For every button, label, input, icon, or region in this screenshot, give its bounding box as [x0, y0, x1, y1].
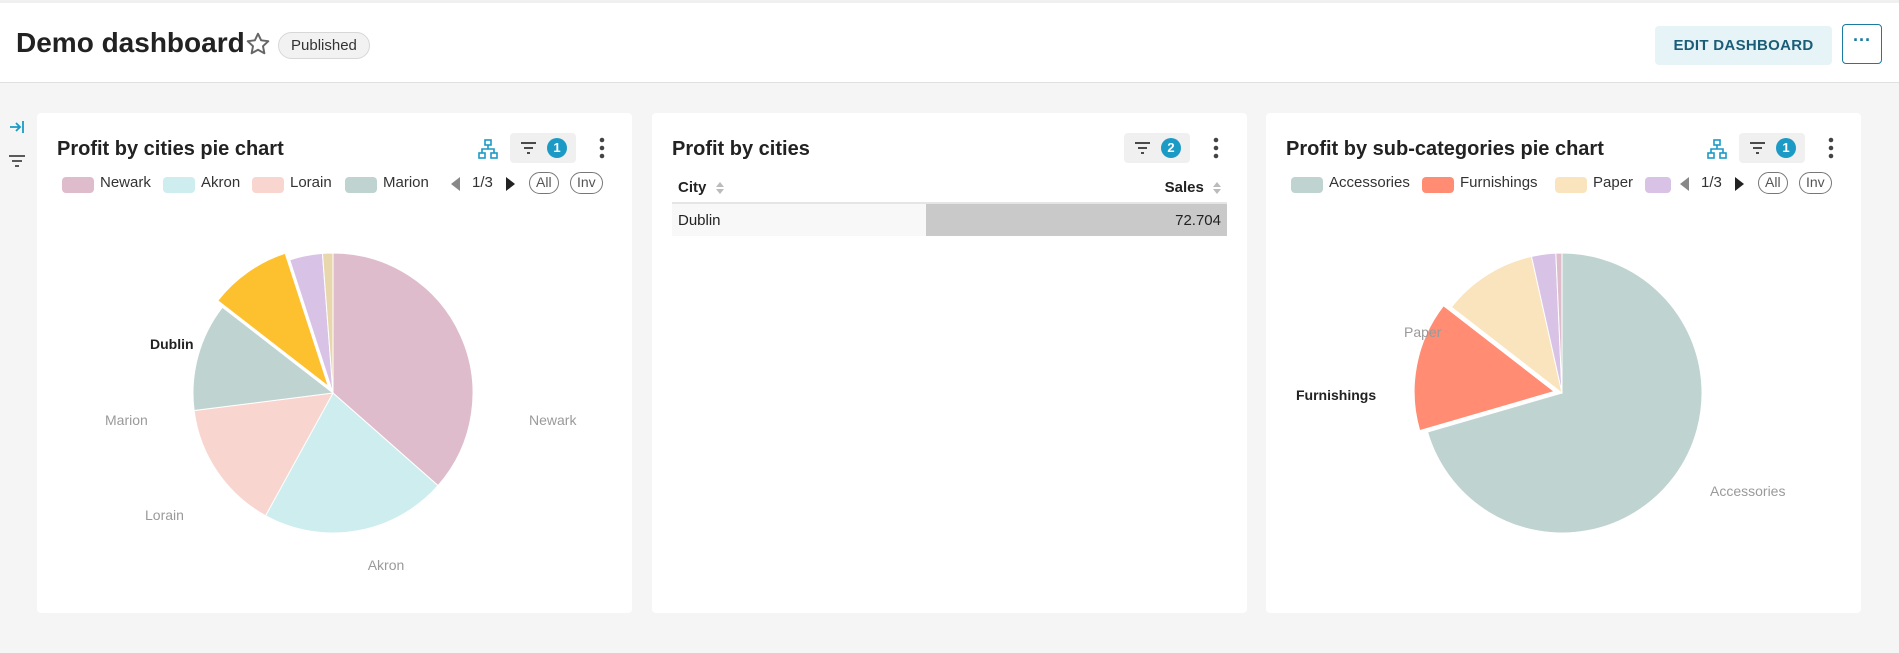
- table-header-row: City Sales: [672, 173, 1227, 204]
- legend-swatch: [1422, 177, 1454, 193]
- filter-count-badge: 1: [547, 138, 567, 158]
- pie-label-dublin: Dublin: [150, 336, 194, 352]
- legend-swatch: [252, 177, 284, 193]
- filter-icon[interactable]: [8, 153, 26, 169]
- legend-page: 1/3: [1701, 174, 1722, 191]
- chart-title: Profit by cities pie chart: [57, 138, 284, 160]
- sort-icon: [1213, 182, 1221, 195]
- legend-swatch: [1555, 177, 1587, 193]
- table-row[interactable]: Dublin 72.704: [672, 203, 1227, 236]
- legend-swatch: [163, 177, 195, 193]
- legend-next-icon[interactable]: [1734, 176, 1746, 192]
- pie-label-paper: Paper: [1404, 324, 1442, 340]
- legend-prev-icon[interactable]: [449, 176, 461, 192]
- legend-all-button[interactable]: All: [1758, 172, 1788, 194]
- pie-chart-cities: Newark Akron Lorain Marion Dublin: [105, 252, 577, 573]
- filter-chip[interactable]: 1: [1739, 133, 1805, 163]
- table-cell-city: Dublin: [672, 203, 926, 236]
- legend-swatch: [62, 177, 94, 193]
- status-badge: Published: [278, 32, 370, 59]
- pie-label-marion: Marion: [105, 412, 148, 428]
- filter-icon: [521, 142, 536, 154]
- chart-card-cities-table: Profit by cities 2 City Sales Dublin 72.…: [652, 113, 1247, 613]
- pie-label-lorain: Lorain: [145, 507, 184, 523]
- chart-title: Profit by sub-categories pie chart: [1286, 138, 1604, 160]
- sort-icon: [715, 182, 724, 195]
- legend-swatch: [1645, 177, 1671, 193]
- legend-invert-button[interactable]: Inv: [1799, 172, 1832, 194]
- kebab-menu-icon[interactable]: [1211, 135, 1221, 161]
- hierarchy-icon[interactable]: [1706, 138, 1728, 160]
- filter-chip[interactable]: 2: [1124, 133, 1190, 163]
- more-options-button[interactable]: ···: [1842, 24, 1882, 64]
- expand-filters-icon[interactable]: [8, 118, 26, 136]
- legend-swatch: [345, 177, 377, 193]
- legend-prev-icon[interactable]: [1678, 176, 1690, 192]
- filter-count-badge: 1: [1776, 138, 1796, 158]
- filter-count-badge: 2: [1161, 138, 1181, 158]
- chart-title: Profit by cities: [672, 138, 810, 160]
- kebab-menu-icon[interactable]: [597, 135, 607, 161]
- filter-icon: [1750, 142, 1765, 154]
- pie-label-newark: Newark: [529, 412, 577, 428]
- table-cell-sales: 72.704: [925, 203, 1227, 236]
- pie-label-akron: Akron: [368, 557, 405, 573]
- legend-page: 1/3: [472, 174, 493, 191]
- chart-card-subcategories-pie: Profit by sub-categories pie chart 1 Acc…: [1266, 113, 1861, 613]
- legend-invert-button[interactable]: Inv: [570, 172, 603, 194]
- dashboard-title: Demo dashboard: [16, 27, 245, 58]
- legend-swatch: [1291, 177, 1323, 193]
- legend-next-icon[interactable]: [505, 176, 517, 192]
- pie-label-furnishings: Furnishings: [1296, 387, 1376, 403]
- edit-dashboard-button[interactable]: EDIT DASHBOARD: [1655, 26, 1832, 65]
- dashboard-header: Demo dashboard Published EDIT DASHBOARD …: [0, 0, 1899, 83]
- column-header-sales[interactable]: Sales: [925, 173, 1227, 204]
- chart-card-cities-pie: Profit by cities pie chart 1 Newark Akro…: [37, 113, 632, 613]
- legend-all-button[interactable]: All: [529, 172, 559, 194]
- filter-icon: [1135, 142, 1150, 154]
- column-header-city[interactable]: City: [672, 173, 926, 204]
- filter-chip[interactable]: 1: [510, 133, 576, 163]
- kebab-menu-icon[interactable]: [1826, 135, 1836, 161]
- pie-label-accessories: Accessories: [1710, 483, 1785, 499]
- data-table: City Sales Dublin 72.704: [672, 173, 1227, 236]
- star-icon[interactable]: [245, 31, 271, 57]
- hierarchy-icon[interactable]: [477, 138, 499, 160]
- pie-chart-subcategories: Accessories Furnishings Paper: [1296, 252, 1785, 534]
